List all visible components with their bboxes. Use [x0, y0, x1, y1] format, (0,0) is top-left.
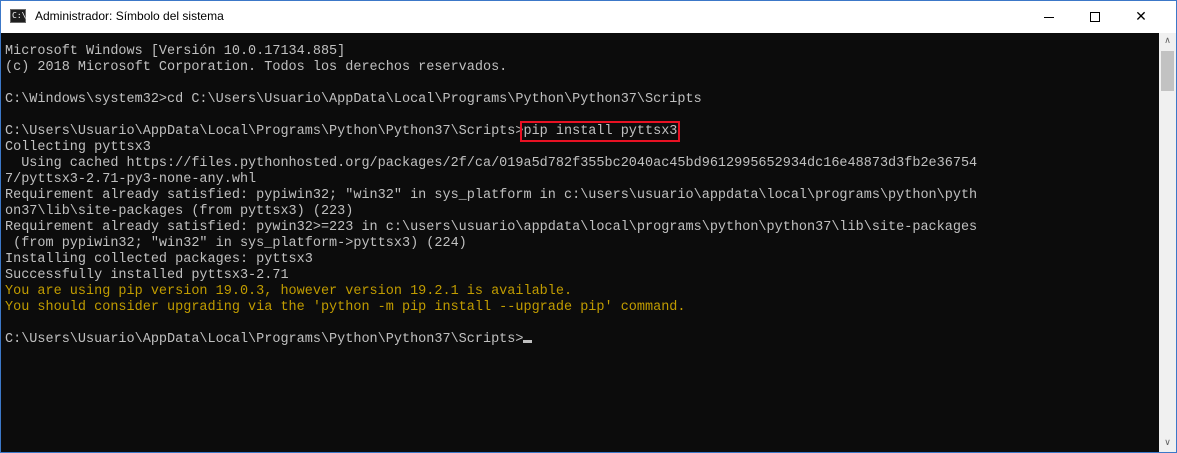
console-line: (c) 2018 Microsoft Corporation. Todos lo…	[5, 60, 508, 75]
console-line: on37\lib\site-packages (from pyttsx3) (2…	[5, 204, 354, 219]
console-line: Successfully installed pyttsx3-2.71	[5, 268, 289, 283]
maximize-icon	[1090, 12, 1100, 22]
console-output[interactable]: Microsoft Windows [Versión 10.0.17134.88…	[1, 33, 1159, 452]
console-prompt-line[interactable]: C:\Users\Usuario\AppData\Local\Programs\…	[5, 332, 977, 348]
console-line: Collecting pyttsx3	[5, 140, 151, 155]
console-line-command: C:\Users\Usuario\AppData\Local\Programs\…	[5, 121, 977, 142]
prompt-path: C:\Users\Usuario\AppData\Local\Programs\…	[5, 332, 524, 347]
scroll-down-arrow-icon[interactable]: ∨	[1159, 435, 1176, 452]
console-line: Requirement already satisfied: pypiwin32…	[5, 188, 978, 203]
cmd-icon: C:\	[10, 9, 26, 23]
vertical-scrollbar[interactable]: ∧ ∨	[1159, 33, 1176, 452]
console-line: Installing collected packages: pyttsx3	[5, 252, 313, 267]
prompt-path: C:\Users\Usuario\AppData\Local\Programs\…	[5, 124, 524, 139]
scrollbar-thumb[interactable]	[1161, 51, 1174, 91]
pip-warning-line: You are using pip version 19.0.3, howeve…	[5, 284, 573, 299]
console-line: Microsoft Windows [Versión 10.0.17134.88…	[5, 44, 346, 59]
title-bar[interactable]: C:\ Administrador: Símbolo del sistema ✕	[1, 1, 1176, 33]
maximize-button[interactable]	[1072, 1, 1118, 33]
console-line: (from pypiwin32; "win32" in sys_platform…	[5, 236, 467, 251]
console-line: 7/pyttsx3-2.71-py3-none-any.whl	[5, 172, 257, 187]
minimize-button[interactable]	[1026, 1, 1072, 33]
window-title: Administrador: Símbolo del sistema	[35, 9, 224, 23]
scroll-up-arrow-icon[interactable]: ∧	[1159, 33, 1176, 50]
text-cursor	[523, 340, 533, 343]
console-line: Requirement already satisfied: pywin32>=…	[5, 220, 978, 235]
minimize-icon	[1044, 17, 1054, 18]
pip-warning-line: You should consider upgrading via the 'p…	[5, 300, 686, 315]
command-prompt-window: C:\ Administrador: Símbolo del sistema ✕…	[0, 0, 1177, 453]
highlighted-command: pip install pyttsx3	[520, 121, 681, 142]
close-icon: ✕	[1135, 9, 1147, 25]
close-button[interactable]: ✕	[1118, 1, 1164, 33]
console-line: C:\Windows\system32>cd C:\Users\Usuario\…	[5, 92, 702, 107]
console-line: Using cached https://files.pythonhosted.…	[5, 156, 978, 171]
